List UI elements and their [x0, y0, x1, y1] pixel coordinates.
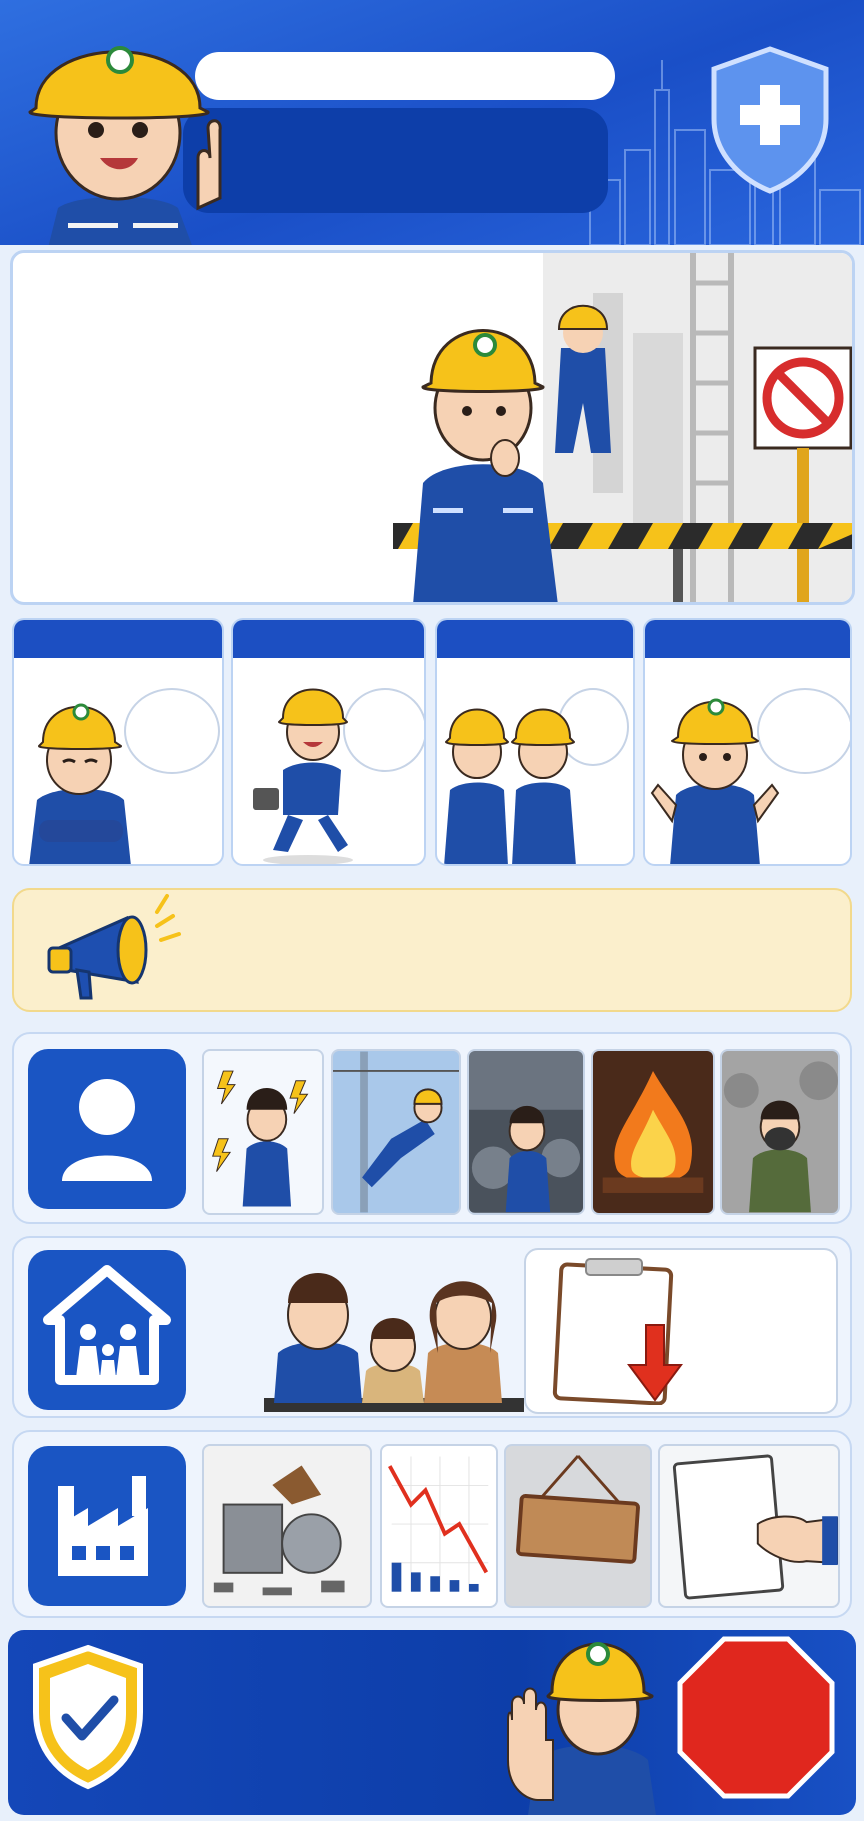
scenario-card-3 [435, 618, 635, 866]
fire-icon [602, 1071, 704, 1193]
header-subtitle-box [183, 108, 608, 213]
fall-from-height-icon [333, 1051, 459, 1213]
hand-holding-paper-icon [672, 1454, 838, 1600]
megaphone-icon [47, 894, 181, 1000]
thumb-declining-chart [380, 1444, 498, 1608]
machine-entrapment-icon [469, 1105, 583, 1213]
person-icon [62, 1079, 152, 1181]
broken-machine-icon [213, 1465, 345, 1596]
clipboard-panel [524, 1248, 838, 1414]
header-title-pill [195, 52, 615, 100]
scenario-card-2 [231, 618, 426, 866]
worker-stop-gesture-icon [507, 1642, 656, 1815]
scenario-card-4 [643, 618, 852, 866]
header-banner [0, 0, 864, 245]
family-home-icon [43, 1265, 171, 1385]
checkmark-shield-icon [33, 1644, 143, 1790]
personal-harm-row [12, 1032, 852, 1224]
thumb-hanging-sign [504, 1444, 652, 1608]
toxic-gas-icon [723, 1061, 838, 1213]
thumb-electric-shock [202, 1049, 324, 1215]
notice-text [194, 910, 834, 994]
footer-banner [8, 1630, 856, 1815]
thumb-toxic-gas [720, 1049, 840, 1215]
thumb-wrecked-machinery [202, 1444, 372, 1608]
worker-shrugging-icon [650, 698, 780, 864]
card-header [14, 620, 222, 658]
scene-caption [33, 273, 453, 573]
thumb-machine-entrapment [467, 1049, 585, 1215]
worried-family-icon [264, 1273, 524, 1412]
scene-panel [10, 250, 855, 605]
two-workers-icon [444, 708, 576, 864]
worker-pointing-icon [28, 46, 222, 245]
worker-arms-crossed-icon [29, 703, 131, 864]
card-header [645, 620, 850, 658]
card-header [233, 620, 424, 658]
medical-shield-icon [711, 46, 829, 194]
factory-icon-box [28, 1446, 186, 1606]
hanging-sign-icon [516, 1454, 640, 1564]
thumb-notice-paper [658, 1444, 840, 1608]
worker-running-icon [253, 688, 353, 864]
factory-icon [58, 1476, 148, 1576]
stop-sign-icon [677, 1636, 835, 1799]
family-icon-box [28, 1250, 186, 1410]
person-icon-box [28, 1049, 186, 1209]
declining-chart-icon [388, 1456, 489, 1592]
worker-climbing-scene-icon [393, 253, 852, 602]
clipboard-decline-icon [552, 1258, 683, 1405]
family-impact-row [12, 1236, 852, 1418]
company-impact-row [12, 1430, 852, 1618]
card-header [437, 620, 633, 658]
footer-text [168, 1660, 468, 1780]
thumb-fall-from-height [331, 1049, 461, 1215]
notice-banner [12, 888, 852, 1012]
scenario-card-1 [12, 618, 224, 866]
thumb-fire [591, 1049, 715, 1215]
electric-shock-icon [212, 1070, 309, 1207]
